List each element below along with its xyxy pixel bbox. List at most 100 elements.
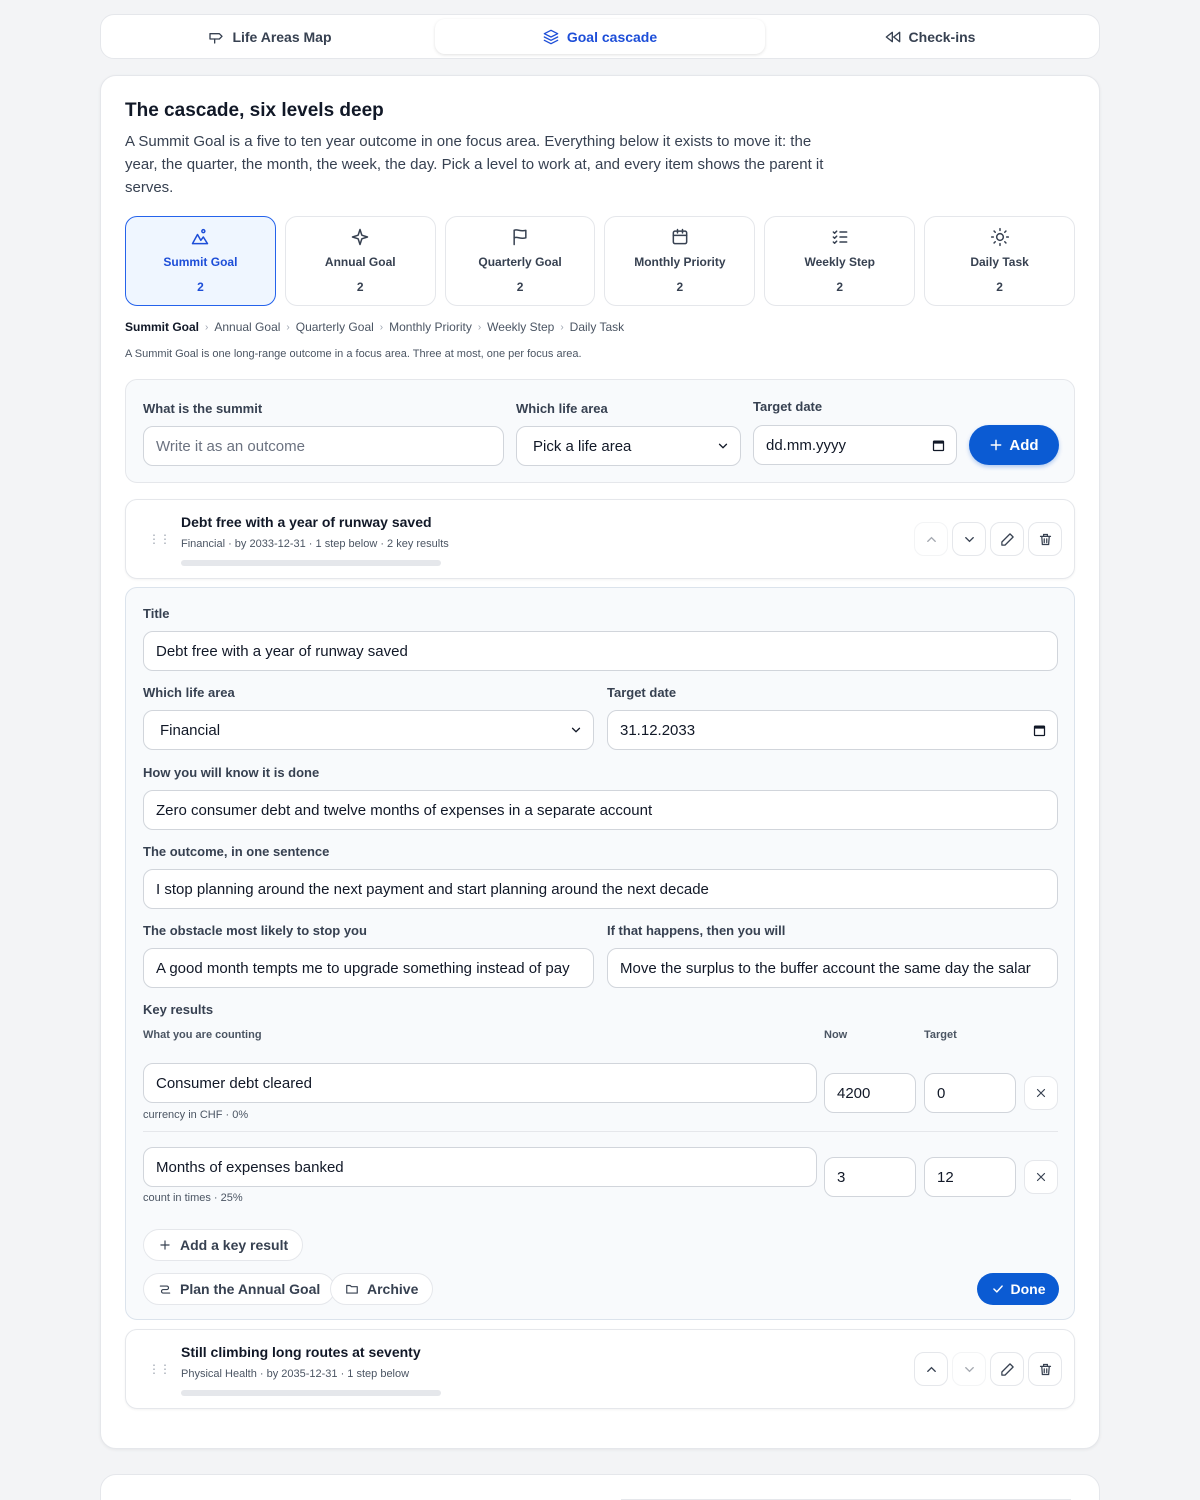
life-area-select[interactable]: Financial: [143, 710, 594, 750]
edit-button[interactable]: [990, 1352, 1024, 1386]
if-then-input[interactable]: Move the surplus to the buffer account t…: [607, 948, 1058, 988]
kr-divider: [143, 1131, 1058, 1132]
kr-now-input[interactable]: 3: [824, 1157, 916, 1197]
done-criteria-input[interactable]: Zero consumer debt and twelve months of …: [143, 790, 1058, 830]
level-annual-goal[interactable]: Annual Goal 2: [284, 216, 436, 306]
level-label: Annual Goal: [324, 255, 396, 269]
calendar-icon[interactable]: [931, 438, 946, 453]
goal-actions: [914, 1352, 1062, 1386]
breadcrumb-item[interactable]: Annual Goal: [214, 320, 280, 334]
tab-check-ins[interactable]: Check-ins: [765, 19, 1095, 54]
kr-name: Months of expenses banked: [156, 1158, 344, 1176]
pencil-icon: [1000, 532, 1014, 546]
goal-item[interactable]: ⋮⋮ Debt free with a year of runway saved…: [125, 499, 1075, 579]
edit-button[interactable]: [990, 522, 1024, 556]
view-tabs: Life Areas Map Goal cascade Check-ins: [100, 14, 1100, 59]
target-date-input[interactable]: dd.mm.yyyy: [753, 425, 957, 465]
goal-title: Debt free with a year of runway saved: [181, 514, 432, 530]
goal-editor: Title Debt free with a year of runway sa…: [125, 587, 1075, 1320]
title-label: Title: [143, 606, 170, 621]
date-value: 31.12.2033: [620, 721, 696, 739]
remove-kr-button[interactable]: [1024, 1160, 1058, 1194]
kr-name: Consumer debt cleared: [156, 1074, 312, 1092]
obstacle-value: A good month tempts me to upgrade someth…: [156, 959, 570, 977]
chevron-right-icon: ›: [286, 321, 290, 333]
move-down-button[interactable]: [952, 522, 986, 556]
breadcrumb-item[interactable]: Quarterly Goal: [296, 320, 374, 334]
level-label: Daily Task: [970, 255, 1029, 269]
breadcrumb-item[interactable]: Weekly Step: [487, 320, 554, 334]
level-weekly-step[interactable]: Weekly Step 2: [764, 216, 916, 306]
outcome-input[interactable]: I stop planning around the next payment …: [143, 869, 1058, 909]
layers-icon: [543, 29, 559, 44]
kr-note: count in times · 25%: [143, 1192, 243, 1204]
archive-button[interactable]: Archive: [330, 1273, 434, 1305]
level-hint: A Summit Goal is one long-range outcome …: [125, 348, 582, 360]
chevron-down-icon: [964, 1366, 974, 1372]
area-select-value: Financial: [160, 721, 221, 739]
area-label: Which life area: [143, 685, 235, 700]
title-input[interactable]: Debt free with a year of runway saved: [143, 631, 1058, 671]
level-monthly-priority[interactable]: Monthly Priority 2: [604, 216, 756, 306]
page-title: The cascade, six levels deep: [125, 100, 384, 121]
level-quarterly-goal[interactable]: Quarterly Goal 2: [444, 216, 596, 306]
breadcrumb-item[interactable]: Monthly Priority: [389, 320, 472, 334]
life-area-select[interactable]: Pick a life area: [516, 426, 741, 466]
level-count: 2: [197, 280, 204, 294]
level-count: 2: [996, 280, 1003, 294]
obstacle-label: The obstacle most likely to stop you: [143, 923, 367, 938]
outcome-label: The outcome, in one sentence: [143, 844, 330, 859]
kr-note: currency in CHF · 0%: [143, 1109, 249, 1121]
level-daily-task[interactable]: Daily Task 2: [924, 216, 1075, 306]
delete-button[interactable]: [1028, 522, 1062, 556]
add-button[interactable]: Add: [969, 425, 1059, 465]
plan-annual-goal-button[interactable]: Plan the Annual Goal: [143, 1273, 336, 1305]
plus-icon: [991, 439, 1002, 451]
kr-target-input[interactable]: 0: [924, 1073, 1016, 1113]
calendar-icon: [672, 228, 688, 245]
tab-goal-cascade[interactable]: Goal cascade: [435, 19, 765, 54]
breadcrumb-item[interactable]: Summit Goal: [125, 320, 199, 334]
chevron-right-icon: ›: [477, 321, 482, 333]
chevron-down-icon: [964, 536, 974, 542]
chevron-right-icon: ›: [379, 321, 384, 333]
done-button[interactable]: Done: [977, 1273, 1059, 1305]
kr-name-input[interactable]: Months of expenses banked: [143, 1147, 817, 1187]
kr-now: 4200: [837, 1084, 871, 1102]
move-down-button[interactable]: [952, 1352, 986, 1386]
delete-button[interactable]: [1028, 1352, 1062, 1386]
add-summit-form: What is the summit Write it as an outcom…: [125, 379, 1075, 483]
drag-handle-icon[interactable]: ⋮⋮: [148, 1362, 171, 1376]
close-icon: [1036, 1172, 1046, 1182]
tab-life-areas-map[interactable]: Life Areas Map: [105, 19, 435, 54]
goal-item[interactable]: ⋮⋮ Still climbing long routes at seventy…: [125, 1329, 1075, 1409]
summit-input[interactable]: Write it as an outcome: [143, 426, 504, 466]
level-summit-goal[interactable]: Summit Goal 2: [125, 216, 276, 306]
chevron-up-icon: [926, 1366, 936, 1372]
drag-handle-icon[interactable]: ⋮⋮: [148, 532, 171, 546]
kr-target: 0: [937, 1084, 946, 1102]
check-icon: [992, 1285, 1003, 1293]
folder-icon: [346, 1284, 358, 1294]
outcome-value: I stop planning around the next payment …: [156, 880, 709, 898]
pencil-icon: [1000, 1362, 1014, 1376]
calendar-icon[interactable]: [1032, 723, 1047, 738]
target-date-input[interactable]: 31.12.2033: [607, 710, 1058, 750]
move-up-button[interactable]: [914, 522, 948, 556]
remove-kr-button[interactable]: [1024, 1076, 1058, 1110]
goal-progress-bar: [181, 560, 441, 566]
route-icon: [159, 1285, 171, 1294]
add-key-result-button[interactable]: Add a key result: [143, 1229, 304, 1261]
breadcrumb-item[interactable]: Daily Task: [570, 320, 624, 334]
obstacle-input[interactable]: A good month tempts me to upgrade someth…: [143, 948, 594, 988]
kr-target-input[interactable]: 12: [924, 1157, 1016, 1197]
done-criteria-value: Zero consumer debt and twelve months of …: [156, 801, 653, 819]
kr-now-input[interactable]: 4200: [824, 1073, 916, 1113]
summit-label: What is the summit: [143, 401, 263, 416]
kr-column-what: What you are counting: [143, 1029, 262, 1041]
kr-name-input[interactable]: Consumer debt cleared: [143, 1063, 817, 1103]
move-up-button[interactable]: [914, 1352, 948, 1386]
add-label: Add: [1009, 436, 1039, 454]
kr-now: 3: [837, 1168, 846, 1186]
flag-icon: [513, 229, 527, 246]
